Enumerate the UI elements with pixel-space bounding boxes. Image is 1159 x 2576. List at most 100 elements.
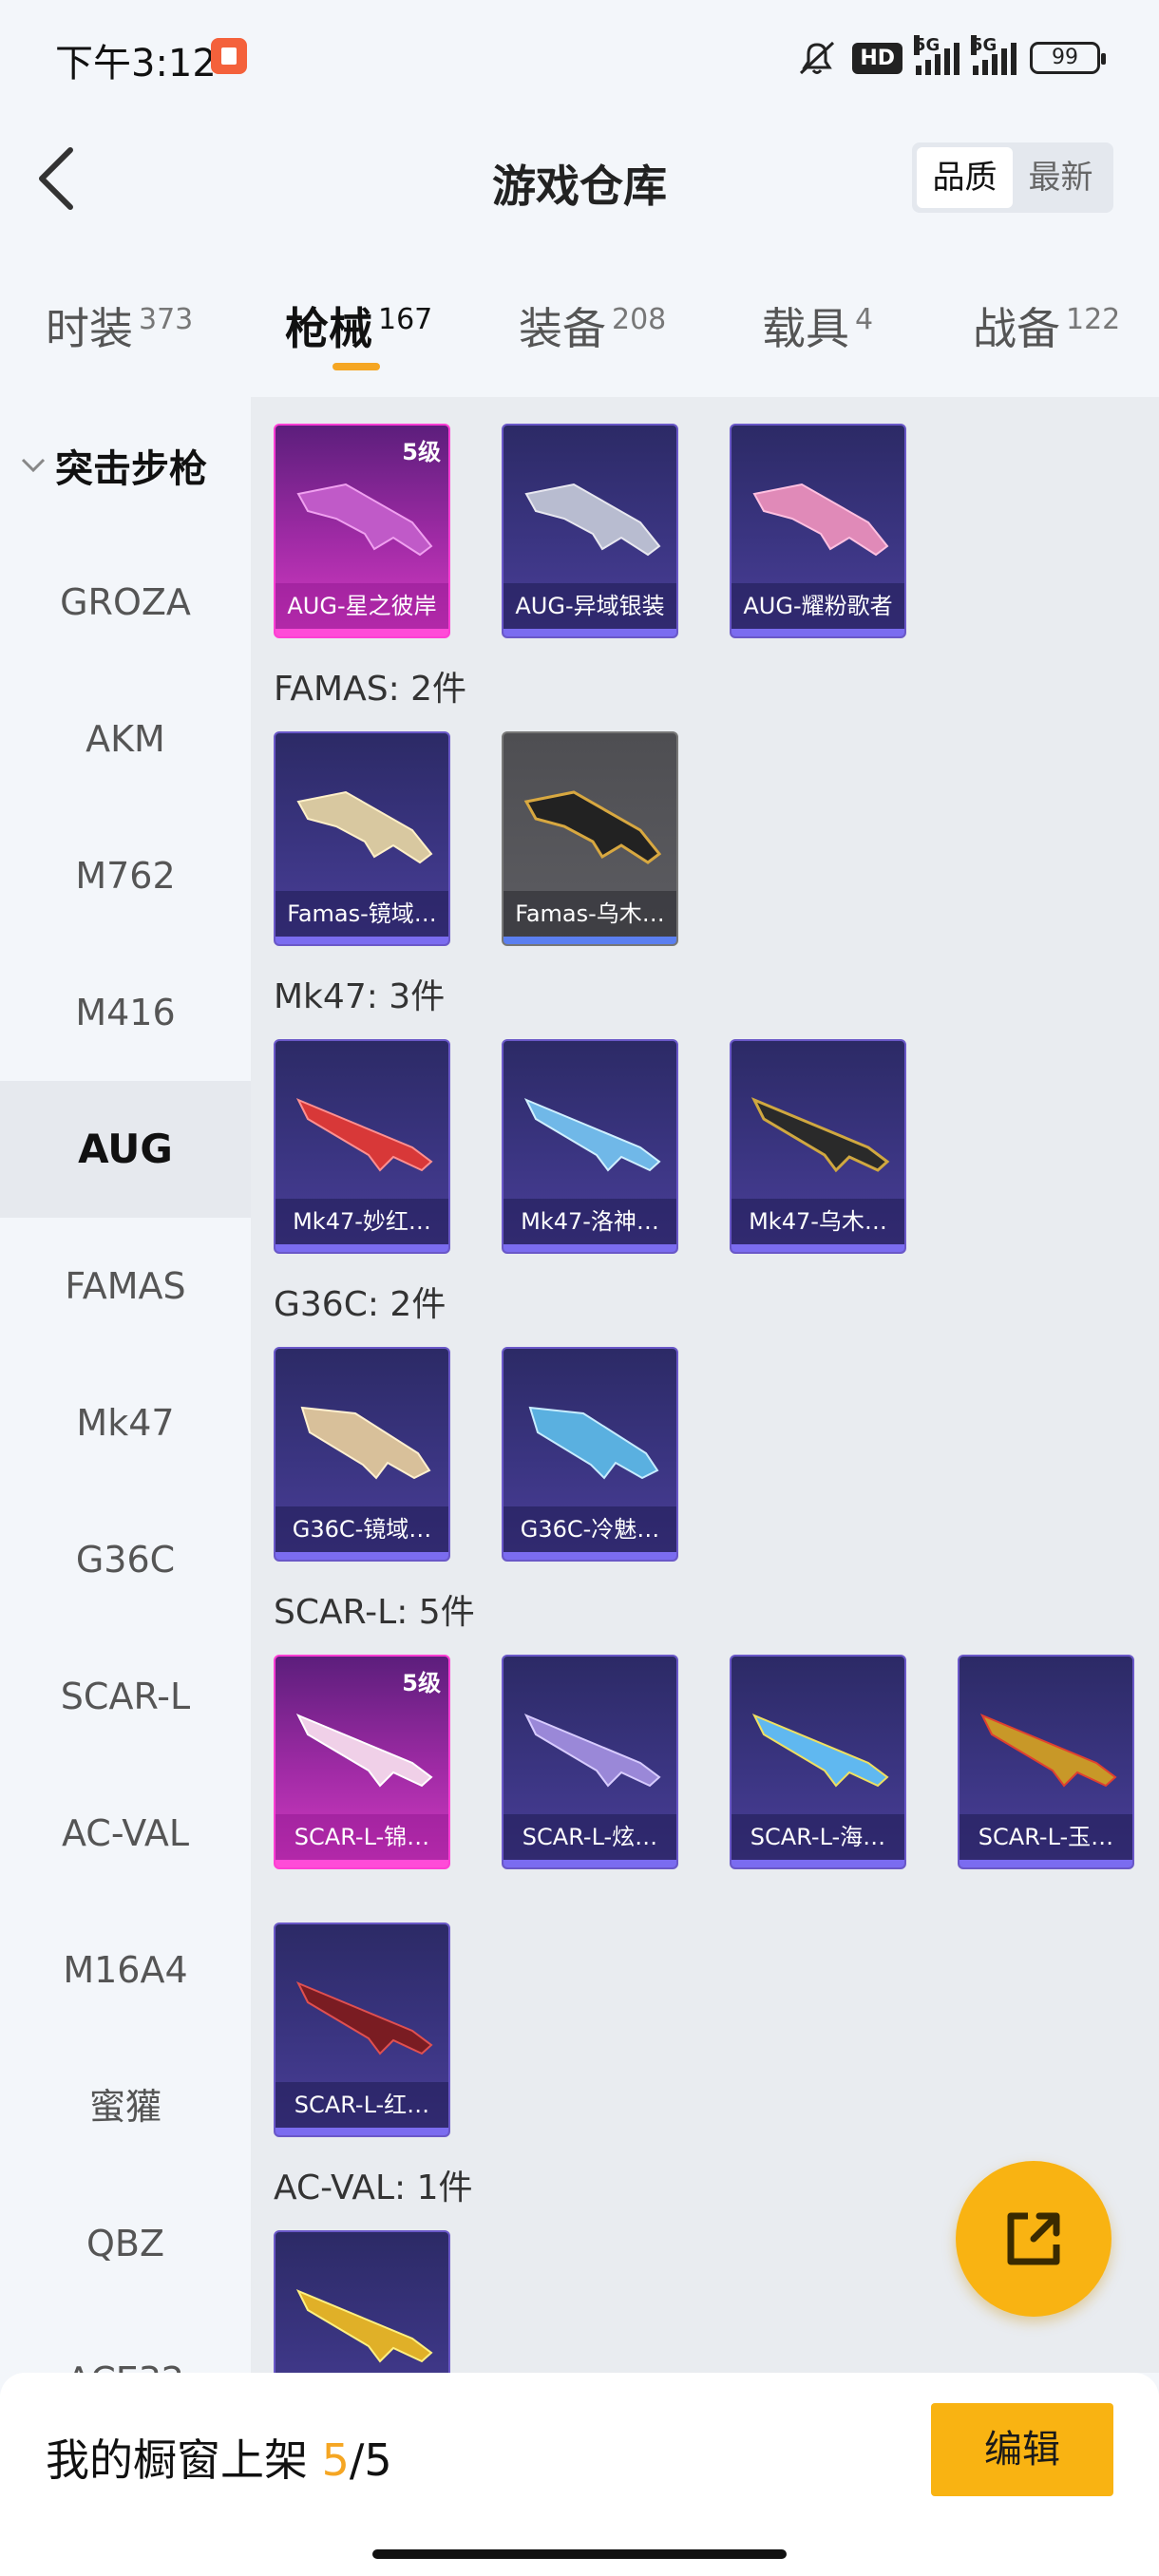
- skin-name: SCAR-L-红…: [276, 2082, 448, 2128]
- edit-button[interactable]: 编辑: [931, 2403, 1113, 2496]
- rifle-icon: [296, 483, 433, 557]
- skin-name: AUG-耀粉歌者: [732, 583, 904, 629]
- screen-record-icon: [211, 38, 247, 74]
- mute-bell-icon: [795, 39, 839, 77]
- section-title-famas: FAMAS: 2件: [274, 670, 467, 709]
- skin-card[interactable]: SCAR-L-炫…: [502, 1655, 678, 1869]
- signal-icon-1: 5G: [914, 35, 960, 75]
- skin-card[interactable]: Mk47-妙红…: [274, 1039, 450, 1254]
- tab-count: 4: [855, 302, 874, 336]
- section-title-scar-l: SCAR-L: 5件: [274, 1593, 475, 1632]
- sidebar-item-ace32[interactable]: ACE32: [0, 2312, 251, 2373]
- sidebar-item-akm[interactable]: AKM: [0, 671, 251, 807]
- sidebar-item-aug[interactable]: AUG: [0, 1081, 251, 1218]
- skin-name: SCAR-L-玉…: [960, 1814, 1132, 1860]
- battery-icon: 99: [1030, 42, 1106, 74]
- skin-card[interactable]: Famas-镜域…: [274, 731, 450, 946]
- skin-card[interactable]: SCAR-L-海…: [730, 1655, 906, 1869]
- sort-quality-option[interactable]: 品质: [917, 147, 1013, 208]
- rifle-icon: [979, 1714, 1117, 1788]
- tab-weapons[interactable]: 枪械 167: [285, 294, 432, 357]
- skin-name: Famas-乌木…: [504, 891, 676, 937]
- skin-card[interactable]: 5级 AUG-星之彼岸: [274, 424, 450, 638]
- signal-icon-2: 5G: [971, 35, 1016, 75]
- rifle-icon: [524, 483, 661, 557]
- skin-name: Mk47-妙红…: [276, 1199, 448, 1244]
- showcase-total-count: 5: [364, 2434, 392, 2486]
- tab-count: 167: [378, 302, 433, 336]
- rifle-icon: [523, 1098, 661, 1172]
- rifle-icon: [528, 1406, 659, 1480]
- weapon-skin-grid: 5级 AUG-星之彼岸 AUG-异域银装 AUG-耀粉歌者 FAMAS: 2件 …: [251, 397, 1159, 2373]
- tab-count: 122: [1066, 302, 1121, 336]
- skin-card[interactable]: AUG-异域银装: [502, 424, 678, 638]
- skin-name: Mk47-乌木…: [732, 1199, 904, 1244]
- skin-card[interactable]: SCAR-L-玉…: [958, 1655, 1134, 1869]
- hd-icon: HD: [852, 39, 902, 77]
- rifle-icon: [523, 790, 662, 864]
- skin-card[interactable]: SCAR-L-红…: [274, 1923, 450, 2137]
- sidebar-item-ac-val[interactable]: AC-VAL: [0, 1765, 251, 1902]
- sidebar-item-m762[interactable]: M762: [0, 807, 251, 944]
- sort-newest-option[interactable]: 最新: [1013, 147, 1109, 208]
- tab-count: 373: [139, 302, 194, 336]
- skin-name: AUG-异域银装: [504, 583, 676, 629]
- sidebar-item-famas[interactable]: FAMAS: [0, 1218, 251, 1354]
- sidebar-item-g36c[interactable]: G36C: [0, 1491, 251, 1628]
- sidebar-item-qbz[interactable]: QBZ: [0, 2175, 251, 2312]
- skin-card[interactable]: Mk47-洛神…: [502, 1039, 678, 1254]
- sidebar-group-assault-rifles[interactable]: 突击步枪: [0, 397, 251, 534]
- share-button[interactable]: [956, 2161, 1112, 2317]
- chevron-down-icon: [21, 451, 46, 480]
- sidebar-item-groza[interactable]: GROZA: [0, 534, 251, 671]
- skin-name: AUG-星之彼岸: [276, 583, 448, 629]
- section-title-g36c: G36C: 2件: [274, 1285, 446, 1324]
- tab-vehicles[interactable]: 载具 4: [762, 294, 873, 357]
- sidebar-item-mk47[interactable]: Mk47: [0, 1354, 251, 1491]
- tab-equipment[interactable]: 装备 208: [519, 294, 666, 357]
- category-tabs: 时装 373 枪械 167 装备 208 载具 4 战备 122: [0, 285, 1159, 389]
- tab-battle-gear[interactable]: 战备 122: [973, 294, 1120, 357]
- skin-name: Famas-镜域…: [276, 891, 448, 937]
- sidebar-item-m416[interactable]: M416: [0, 944, 251, 1081]
- skin-card[interactable]: AUG-耀粉歌者: [730, 424, 906, 638]
- section-title-mk47: Mk47: 3件: [274, 977, 446, 1016]
- sort-toggle[interactable]: 品质 最新: [912, 142, 1113, 213]
- active-tab-indicator: [332, 363, 380, 370]
- rifle-icon: [750, 1097, 890, 1173]
- skin-name: G36C-冷魅…: [504, 1506, 676, 1552]
- status-icons: HD 5G 5G 99: [795, 35, 1106, 80]
- rifle-icon: [300, 1406, 431, 1480]
- rifle-icon: [295, 1098, 433, 1172]
- skin-name: SCAR-L-炫…: [504, 1814, 676, 1860]
- skin-name: SCAR-L-锦…: [276, 1814, 448, 1860]
- tab-count: 208: [612, 302, 667, 336]
- skin-name: Mk47-洛神…: [504, 1199, 676, 1244]
- skin-name: G36C-镜域…: [276, 1506, 448, 1552]
- skin-card[interactable]: [274, 2230, 450, 2373]
- sidebar-item-honey-badger[interactable]: 蜜獾: [0, 2038, 251, 2175]
- showcase-status: 我的橱窗上架 5/5: [46, 2434, 392, 2486]
- rifle-icon: [295, 2289, 433, 2363]
- skin-card[interactable]: Mk47-乌木…: [730, 1039, 906, 1254]
- sidebar-item-m16a4[interactable]: M16A4: [0, 1902, 251, 2038]
- status-time: 下午3:12: [55, 42, 217, 85]
- rifle-icon: [295, 1714, 433, 1788]
- section-title-ac-val: AC-VAL: 1件: [274, 2169, 473, 2207]
- showcase-panel: 我的橱窗上架 5/5 编辑: [0, 2373, 1159, 2576]
- rifle-icon: [752, 483, 889, 557]
- status-bar: 下午3:12 HD 5G 5G 99: [0, 0, 1159, 114]
- rifle-icon: [296, 790, 433, 864]
- skin-card[interactable]: G36C-镜域…: [274, 1347, 450, 1562]
- share-icon: [1007, 2212, 1060, 2265]
- rifle-icon: [523, 1714, 661, 1788]
- showcase-current-count: 5: [321, 2434, 350, 2486]
- skin-card[interactable]: 5级 SCAR-L-锦…: [274, 1655, 450, 1869]
- sidebar-item-scar-l[interactable]: SCAR-L: [0, 1628, 251, 1765]
- tab-fashion[interactable]: 时装 373: [46, 294, 193, 357]
- skin-card[interactable]: G36C-冷魅…: [502, 1347, 678, 1562]
- weapon-type-sidebar: 突击步枪 GROZA AKM M762 M416 AUG FAMAS Mk47 …: [0, 397, 251, 2373]
- home-indicator[interactable]: [372, 2549, 787, 2559]
- skin-card[interactable]: Famas-乌木…: [502, 731, 678, 946]
- rifle-icon: [295, 1981, 433, 2055]
